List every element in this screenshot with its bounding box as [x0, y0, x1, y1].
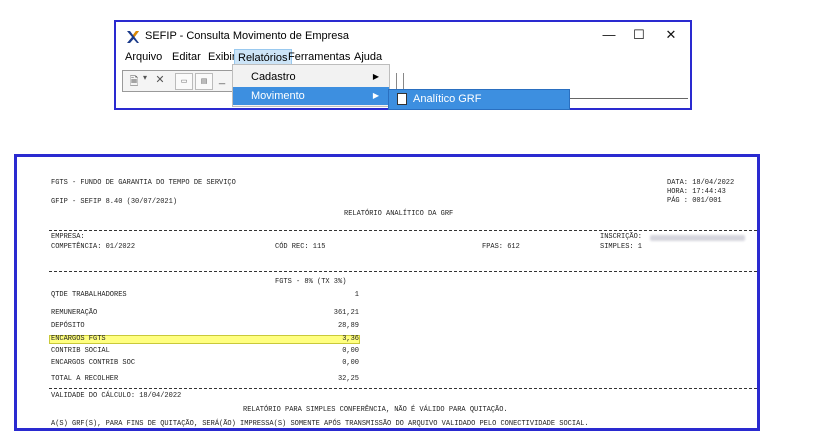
menu-arquivo[interactable]: Arquivo — [125, 51, 162, 63]
row-value: 28,89 — [337, 322, 359, 330]
dashed-divider — [49, 388, 757, 389]
toolbar-extra-icon[interactable]: _ — [217, 73, 227, 88]
chevron-right-icon: ▶ — [372, 91, 379, 100]
delete-icon[interactable]: ✕ — [153, 73, 167, 88]
report-header-gfip: GFIP - SEFIP 8.40 (30/07/2021) — [51, 198, 178, 206]
dropdown-item-cadastro[interactable]: Cadastro ▶ — [233, 68, 389, 86]
menu-ferramentas[interactable]: Ferramentas — [288, 51, 350, 63]
report-title: RELATÓRIO ANALÍTICO DA GRF — [344, 210, 454, 218]
report-time: HORA: 17:44:43 — [667, 188, 726, 196]
row-label: REMUNERAÇÃO — [51, 309, 98, 317]
print-icon[interactable]: 🗎 — [127, 73, 141, 88]
row-value: 0,00 — [342, 347, 359, 355]
menu-exibir[interactable]: Exibir — [208, 51, 236, 63]
row-value: 1 — [354, 291, 359, 299]
submenu-item-analitico-grf[interactable]: Analítico GRF — [388, 89, 570, 110]
divider — [566, 98, 688, 99]
validade-calculo: VALIDADE DO CÁLCULO: 18/04/2022 — [51, 392, 182, 400]
toolbar-separator — [396, 73, 404, 89]
competencia: COMPETÊNCIA: 01/2022 — [51, 243, 136, 251]
report-page: PÁG : 001/001 — [667, 197, 722, 205]
dashed-divider — [49, 230, 757, 231]
row-value: 0,00 — [342, 359, 359, 367]
dashed-divider — [49, 271, 757, 272]
zoom-in-icon[interactable]: ▤ — [195, 73, 213, 90]
inscricao-label: INSCRIÇÃO: — [600, 233, 643, 241]
report-preview: FGTS - FUNDO DE GARANTIA DO TEMPO DE SER… — [14, 154, 760, 431]
row-value: 361,21 — [333, 309, 359, 317]
row-label: QTDE TRABALHADORES — [51, 291, 127, 299]
chevron-down-icon[interactable]: ▾ — [141, 73, 149, 88]
row-label: CONTRIB SOCIAL — [51, 347, 110, 355]
chevron-right-icon: ▶ — [372, 72, 379, 81]
report-note-quitacao: A(S) GRF(S), PARA FINS DE QUITAÇÃO, SERÁ… — [51, 420, 589, 428]
dropdown-item-label: Cadastro — [251, 71, 296, 83]
window-title: SEFIP - Consulta Movimento de Empresa — [145, 30, 349, 42]
row-label: ENCARGOS CONTRIB SOC — [51, 359, 136, 367]
zoom-out-icon[interactable]: ▭ — [175, 73, 193, 90]
dropdown-item-movimento[interactable]: Movimento ▶ — [233, 87, 389, 105]
fgts-section-header: FGTS - 8% (TX 3%) — [275, 278, 347, 286]
toolbar: 🗎 ▾ ✕ ▭ ▤ _ — [122, 70, 236, 92]
close-button[interactable]: ✕ — [661, 27, 681, 43]
report-date: DATA: 18/04/2022 — [667, 179, 735, 187]
dropdown-item-label: Movimento — [251, 90, 305, 102]
maximize-button[interactable]: ☐ — [629, 27, 649, 43]
row-value: 3,36 — [342, 335, 359, 343]
row-label: DEPÓSITO — [51, 322, 85, 330]
menu-ajuda[interactable]: Ajuda — [354, 51, 382, 63]
fpas: FPAS: 612 — [482, 243, 520, 251]
minimize-button[interactable]: — — [599, 27, 619, 42]
menu-bar: Arquivo Editar Exibir Relatórios Ferrame… — [116, 48, 690, 68]
redacted-inscricao — [650, 235, 745, 241]
report-header-fgts: FGTS - FUNDO DE GARANTIA DO TEMPO DE SER… — [51, 179, 236, 187]
submenu-item-label: Analítico GRF — [413, 93, 482, 105]
empresa-label: EMPRESA: — [51, 233, 85, 241]
menu-editar[interactable]: Editar — [172, 51, 201, 63]
report-icon — [397, 93, 407, 105]
simples: SIMPLES: 1 — [600, 243, 643, 251]
title-bar[interactable]: SEFIP - Consulta Movimento de Empresa — … — [116, 22, 690, 48]
relatorios-dropdown: Cadastro ▶ Movimento ▶ — [232, 64, 390, 107]
sefip-app-icon — [127, 31, 139, 43]
report-note-conferencia: RELATÓRIO PARA SIMPLES CONFERÊNCIA, NÃO … — [243, 406, 508, 414]
row-label: ENCARGOS FGTS — [51, 335, 106, 343]
row-value: 32,25 — [337, 375, 359, 383]
cod-rec: CÓD REC: 115 — [275, 243, 326, 251]
row-label: TOTAL A RECOLHER — [51, 375, 119, 383]
